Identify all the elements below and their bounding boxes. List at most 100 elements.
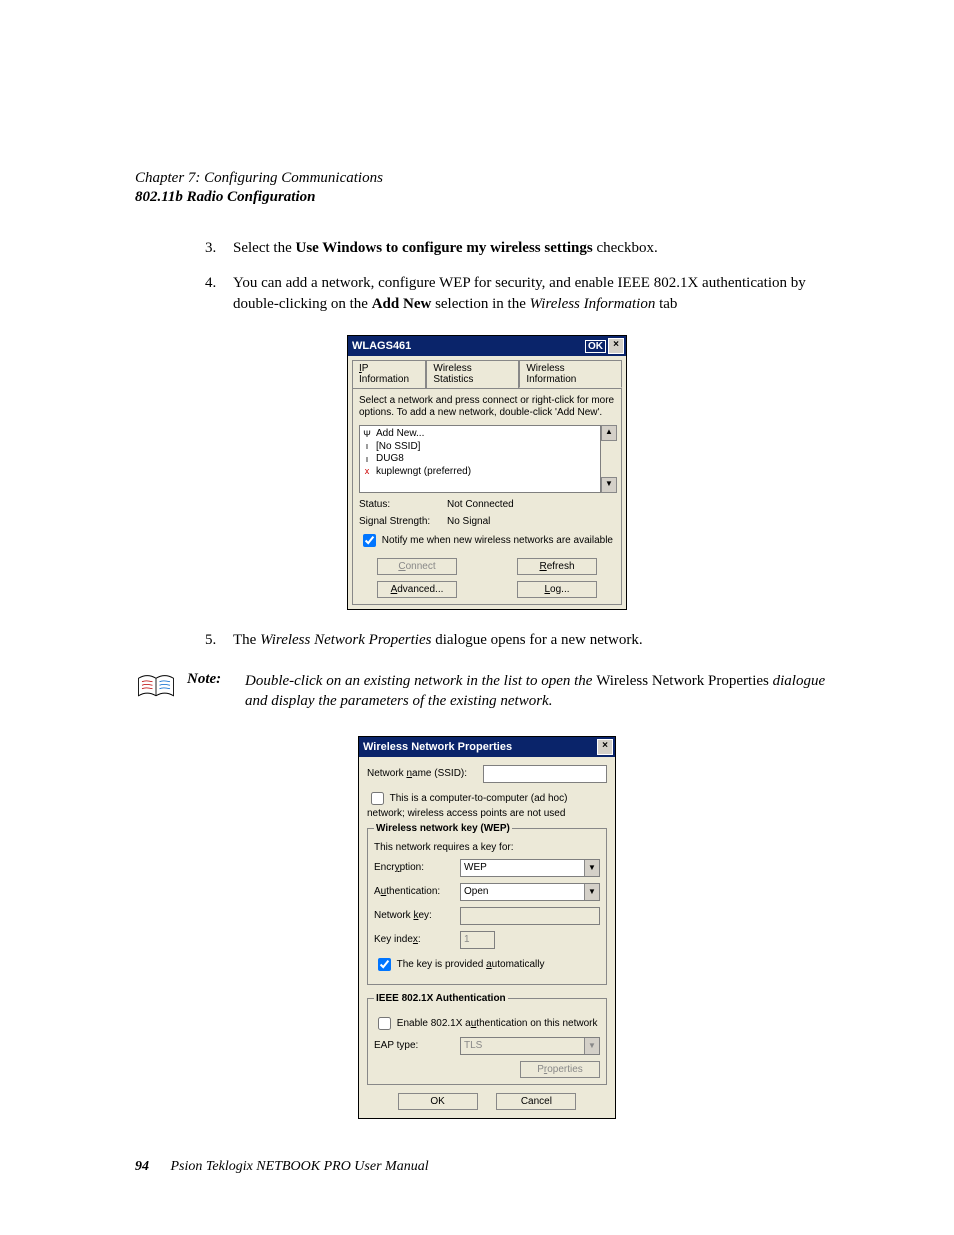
- step-ital: Wireless Information: [530, 296, 656, 312]
- connect-button[interactable]: Connect: [377, 558, 457, 575]
- properties-button[interactable]: Properties: [520, 1061, 600, 1078]
- list-item[interactable]: xkuplewngt (preferred): [362, 466, 598, 479]
- signal-icon: ı: [362, 441, 372, 452]
- step-text: tab: [655, 296, 677, 312]
- note-block: Note: Double-click on an existing networ…: [135, 671, 839, 712]
- note-label: Note:: [187, 671, 245, 688]
- encryption-label: Encryption:: [374, 862, 454, 873]
- step-4: 4. You can add a network, configure WEP …: [205, 273, 839, 315]
- status-row: Status: Not Connected: [359, 499, 615, 510]
- network-key-input[interactable]: [460, 907, 600, 925]
- step-ital: Wireless Network Properties: [260, 632, 431, 648]
- step-text: dialogue opens for a new network.: [431, 632, 642, 648]
- eap-type-value: TLS: [461, 1038, 584, 1054]
- status-label: Status:: [359, 499, 447, 510]
- autokey-checkbox[interactable]: [378, 958, 391, 971]
- step-list-2: 5. The Wireless Network Properties dialo…: [205, 630, 839, 651]
- step-number: 4.: [205, 273, 233, 315]
- chevron-down-icon[interactable]: ▼: [584, 884, 599, 900]
- signal-icon: x: [362, 466, 372, 477]
- chevron-down-icon[interactable]: ▼: [584, 1038, 599, 1054]
- chevron-down-icon[interactable]: ▼: [584, 860, 599, 876]
- scrollbar[interactable]: ▲ ▼: [601, 425, 615, 493]
- eap-type-select[interactable]: TLS ▼: [460, 1037, 600, 1055]
- window-wireless-properties: Wireless Network Properties × Network na…: [358, 736, 616, 1119]
- signal-value: No Signal: [447, 516, 490, 527]
- tab-strip: IIP InformationP Information Wireless St…: [348, 356, 626, 388]
- step-text: The: [233, 632, 260, 648]
- ssid-label: Network name (SSID):: [367, 768, 477, 779]
- step-number: 3.: [205, 238, 233, 259]
- refresh-button[interactable]: Refresh: [517, 558, 597, 575]
- instruction-text: Select a network and press connect or ri…: [359, 395, 615, 419]
- step-5: 5. The Wireless Network Properties dialo…: [205, 630, 839, 651]
- step-list: 3. Select the Use Windows to configure m…: [205, 238, 839, 315]
- ieee-legend: IEEE 802.1X Authentication: [374, 993, 508, 1004]
- autokey-checkbox-row: The key is provided automatically The ke…: [374, 955, 600, 974]
- key-index-label: Key index:: [374, 934, 454, 945]
- signal-row: Signal Strength: No Signal: [359, 516, 615, 527]
- tab-panel: Select a network and press connect or ri…: [352, 388, 622, 605]
- encryption-select[interactable]: WEP ▼: [460, 859, 600, 877]
- signal-icon: ı: [362, 454, 372, 465]
- wep-group: Wireless network key (WEP) This network …: [367, 823, 607, 985]
- network-key-label: Network key:: [374, 910, 454, 921]
- step-bold: Use Windows to configure my wireless set…: [295, 240, 592, 256]
- eap-type-label: EAP type:: [374, 1040, 454, 1051]
- ok-button[interactable]: OK: [585, 340, 606, 353]
- enable-8021x-checkbox[interactable]: [378, 1017, 391, 1030]
- network-listbox[interactable]: ΨAdd New... ı[No SSID] ıDUG8 xkuplewngt …: [359, 425, 601, 493]
- notify-checkbox-row: Notify me when new wireless networks are…: [359, 531, 615, 550]
- authentication-select[interactable]: Open ▼: [460, 883, 600, 901]
- notify-label: Notify me when new wireless networks are…: [382, 535, 613, 546]
- list-item[interactable]: ı[No SSID]: [362, 441, 598, 454]
- page-number: 94: [135, 1159, 149, 1174]
- adhoc-checkbox-row: This is a computer-to-computer (ad hoc) …: [367, 789, 607, 819]
- ssid-input[interactable]: [483, 765, 607, 783]
- advanced-button[interactable]: Advanced...: [377, 581, 457, 598]
- close-icon[interactable]: ×: [608, 338, 624, 354]
- tab-wireless-statistics[interactable]: Wireless Statistics: [426, 360, 519, 388]
- autokey-label: The key is provided automatically: [397, 959, 545, 970]
- scroll-up-icon[interactable]: ▲: [601, 425, 617, 441]
- enable-8021x-label: Enable 802.1X authentication on this net…: [397, 1018, 598, 1029]
- signal-label: Signal Strength:: [359, 516, 447, 527]
- list-item[interactable]: ΨAdd New...: [362, 428, 598, 441]
- wep-legend: Wireless network key (WEP): [374, 823, 512, 834]
- book-icon: [135, 671, 187, 706]
- window-wlags461: WLAGS461 OK × IIP InformationP Informati…: [347, 335, 627, 610]
- cancel-button[interactable]: Cancel: [496, 1093, 576, 1110]
- close-icon[interactable]: ×: [597, 739, 613, 755]
- enable-8021x-row: Enable 802.1X authentication on this net…: [374, 1014, 600, 1033]
- step-text: selection in the: [431, 296, 529, 312]
- ieee-group: IEEE 802.1X Authentication Enable 802.1X…: [367, 993, 607, 1085]
- authentication-value: Open: [461, 884, 584, 900]
- scroll-down-icon[interactable]: ▼: [601, 477, 617, 493]
- encryption-value: WEP: [461, 860, 584, 876]
- ok-button[interactable]: OK: [398, 1093, 478, 1110]
- step-bold: Add New: [372, 296, 432, 312]
- notify-checkbox[interactable]: [363, 534, 376, 547]
- log-button[interactable]: Log...: [517, 581, 597, 598]
- tab-wireless-information[interactable]: Wireless Information: [519, 360, 622, 388]
- adhoc-label: This is a computer-to-computer (ad hoc) …: [367, 793, 567, 819]
- footer-text: Psion Teklogix NETBOOK PRO User Manual: [171, 1159, 429, 1174]
- chapter-heading: Chapter 7: Configuring Communications: [135, 170, 839, 187]
- step-3: 3. Select the Use Windows to configure m…: [205, 238, 839, 259]
- adhoc-checkbox[interactable]: [371, 792, 384, 805]
- tab-ip-information[interactable]: IIP InformationP Information: [352, 360, 426, 388]
- step-text: checkbox.: [593, 240, 658, 256]
- figure-wlags461: WLAGS461 OK × IIP InformationP Informati…: [135, 335, 839, 610]
- step-number: 5.: [205, 630, 233, 651]
- key-index-input[interactable]: 1: [460, 931, 495, 949]
- dialog-body: Network name (SSID): Network name (SSID)…: [359, 757, 615, 1118]
- antenna-icon: Ψ: [362, 429, 372, 440]
- note-body: Double-click on an existing network in t…: [245, 671, 839, 712]
- window-title: Wireless Network Properties: [361, 741, 597, 753]
- list-item[interactable]: ıDUG8: [362, 453, 598, 466]
- authentication-label: Authentication:: [374, 886, 454, 897]
- titlebar: WLAGS461 OK ×: [348, 336, 626, 356]
- step-text: Select the: [233, 240, 295, 256]
- page-footer: 94 Psion Teklogix NETBOOK PRO User Manua…: [135, 1159, 839, 1175]
- wep-subtext: This network requires a key for:: [374, 842, 600, 853]
